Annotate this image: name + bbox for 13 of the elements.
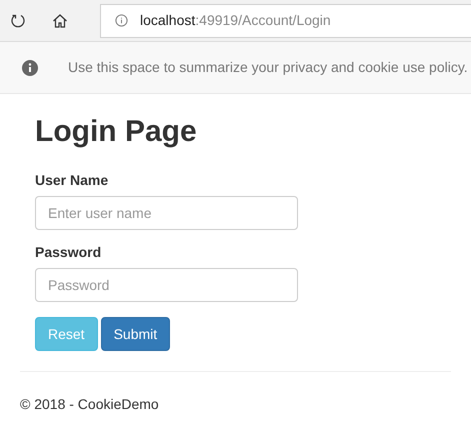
field-label: Password [35,243,102,262]
input-field[interactable]: Password [35,268,298,302]
home-icon[interactable] [52,12,68,28]
footer-text: © 2018 - CookieDemo [20,396,159,412]
address-field[interactable]: localhost:49919/Account/Login [100,4,471,38]
info-icon [22,60,38,76]
input-field[interactable]: Enter user name [35,196,298,230]
field-label: User Name [35,171,108,190]
refresh-icon[interactable] [10,12,26,28]
page-title: Login Page [35,114,197,150]
submit-button[interactable]: Submit [100,317,170,351]
cookie-notice: Use this space to summarize your privacy and cookie use policy. [68,58,468,77]
info-icon [115,14,128,27]
